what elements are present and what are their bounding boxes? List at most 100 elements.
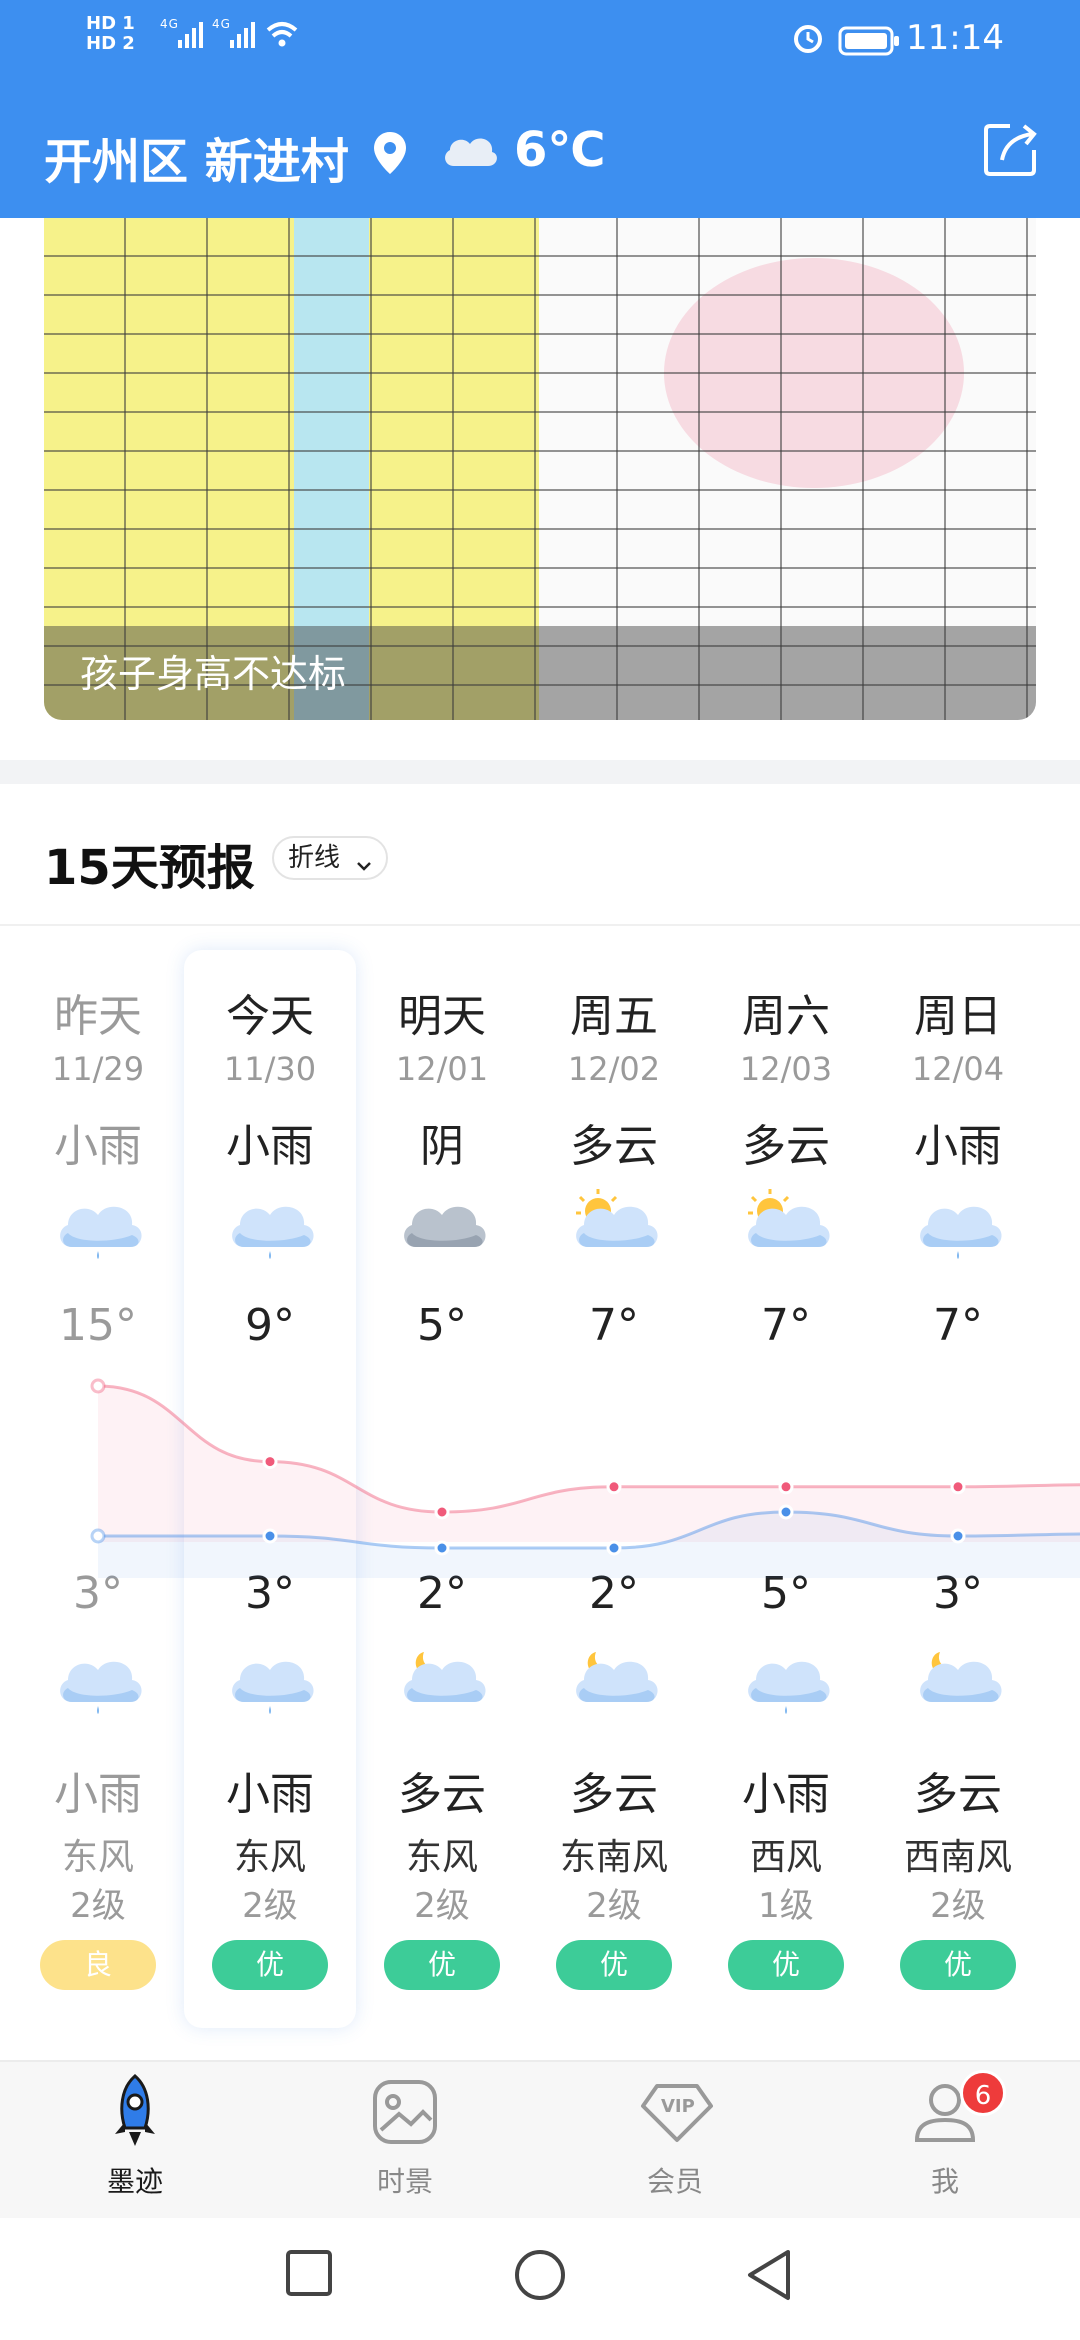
rain-icon: [226, 1640, 318, 1724]
svg-text:4G: 4G: [160, 17, 179, 31]
date-label: 12/04: [911, 1050, 1005, 1088]
air-quality-badge: 优: [384, 1940, 500, 1990]
current-temperature: 6℃: [514, 122, 606, 178]
wind-direction: 东南风: [559, 1837, 668, 1878]
share-icon[interactable]: [980, 120, 1040, 184]
wind-direction: 东风: [233, 1837, 306, 1878]
day-condition: 多云: [742, 1121, 830, 1172]
wind-direction: 东风: [405, 1837, 478, 1878]
high-temp-point: [606, 1479, 622, 1495]
date-label: 11/30: [223, 1050, 317, 1088]
day-condition: 小雨: [54, 1121, 142, 1172]
air-quality-badge: 优: [556, 1940, 672, 1990]
chart-mode-label: 折线: [288, 843, 341, 873]
bottom-navigation: 墨迹 时景 VIP 会员 6 我: [0, 2062, 1080, 2218]
back-button[interactable]: [744, 2248, 794, 2306]
night-condition: 小雨: [226, 1769, 314, 1820]
section-divider: [0, 760, 1080, 784]
high-temp-point: [950, 1479, 966, 1495]
nav-item-scenes[interactable]: 时景: [270, 2062, 540, 2218]
wind-level: 2级: [242, 1886, 298, 1926]
night-condition: 小雨: [54, 1769, 142, 1820]
low-temp-point: [90, 1528, 106, 1544]
svg-text:4G: 4G: [212, 17, 231, 31]
date-label: 12/03: [739, 1050, 833, 1088]
location-pin-icon[interactable]: [372, 130, 408, 180]
high-temp-point: [778, 1479, 794, 1495]
signal-icon: 4G 4G: [160, 16, 320, 60]
svg-text:VIP: VIP: [661, 2096, 695, 2117]
app-header-bar: HD 1 HD 2 4G 4G 11:14 开州区 新进村 6℃: [0, 0, 1080, 218]
system-navigation-bar: [0, 2218, 1080, 2340]
low-temp-point: [262, 1528, 278, 1544]
date-label: 11/29: [51, 1050, 145, 1088]
partly-cloudy-night-icon: [398, 1640, 490, 1724]
date-label: 12/02: [567, 1050, 661, 1088]
vip-icon: VIP: [639, 2072, 715, 2156]
day-label: 昨天: [54, 991, 142, 1042]
date-label: 12/01: [395, 1050, 489, 1088]
air-quality-badge: 优: [900, 1940, 1016, 1990]
alarm-icon: [790, 20, 826, 60]
partly-cloudy-night-icon: [914, 1640, 1006, 1724]
rain-icon: [54, 1185, 146, 1269]
day-condition: 小雨: [914, 1121, 1002, 1172]
night-condition: 多云: [398, 1769, 486, 1820]
rocket-icon: [99, 2072, 171, 2156]
day-label: 周六: [742, 991, 830, 1042]
wind-direction: 西风: [749, 1837, 822, 1878]
low-temp-point: [434, 1540, 450, 1556]
temperature-curves: [90, 1378, 1080, 1578]
nav-item-vip[interactable]: VIP 会员: [540, 2062, 810, 2218]
high-temp-point: [434, 1504, 450, 1520]
status-bar: HD 1 HD 2 4G 4G 11:14: [0, 0, 1080, 80]
sim-labels: HD 1 HD 2: [86, 14, 135, 54]
chevron-down-icon: [354, 848, 374, 888]
day-label: 周日: [914, 991, 1002, 1042]
rain-icon: [54, 1640, 146, 1724]
day-label: 周五: [570, 991, 658, 1042]
wind-level: 2级: [70, 1886, 126, 1926]
high-temp-point: [90, 1378, 106, 1394]
wind-direction: 西南风: [903, 1837, 1012, 1878]
partly-cloudy-day-icon: [742, 1185, 834, 1269]
sim2-label: HD 2: [86, 33, 135, 54]
chart-mode-dropdown[interactable]: 折线: [272, 836, 388, 880]
night-condition: 多云: [914, 1769, 1002, 1820]
battery-icon: [838, 26, 900, 60]
status-time: 11:14: [906, 18, 1004, 58]
rain-icon: [742, 1640, 834, 1724]
low-temp-point: [778, 1504, 794, 1520]
low-temp-point: [606, 1540, 622, 1556]
low-temp-point: [950, 1528, 966, 1544]
location-header: 开州区 新进村 6℃: [0, 110, 1080, 200]
nav-item-moji[interactable]: 墨迹: [0, 2062, 270, 2218]
rain-icon: [914, 1185, 1006, 1269]
rain-icon: [226, 1185, 318, 1269]
wind-direction: 东风: [61, 1837, 134, 1878]
sim1-label: HD 1: [86, 13, 135, 34]
night-condition: 小雨: [742, 1769, 830, 1820]
day-condition: 阴: [420, 1121, 464, 1172]
day-condition: 小雨: [226, 1121, 314, 1172]
wind-level: 2级: [586, 1886, 642, 1926]
recent-apps-button[interactable]: [284, 2248, 334, 2302]
home-button[interactable]: [513, 2248, 567, 2306]
nav-item-me[interactable]: 6 我: [810, 2062, 1080, 2218]
air-quality-badge: 优: [212, 1940, 328, 1990]
air-quality-badge: 良: [40, 1940, 156, 1990]
ad-banner[interactable]: 孩子身高不达标: [44, 218, 1036, 720]
day-label: 今天: [226, 991, 314, 1042]
wind-level: 1级: [758, 1886, 814, 1926]
wind-level: 2级: [414, 1886, 470, 1926]
image-icon: [369, 2072, 441, 2156]
night-condition: 多云: [570, 1769, 658, 1820]
partly-cloudy-night-icon: [570, 1640, 662, 1724]
day-condition: 多云: [570, 1121, 658, 1172]
location-name[interactable]: 开州区 新进村: [44, 122, 349, 192]
high-temp-point: [262, 1454, 278, 1470]
notification-badge: 6: [960, 2070, 1006, 2116]
wind-level: 2级: [930, 1886, 986, 1926]
banner-caption: 孩子身高不达标: [80, 652, 347, 696]
current-weather-cloud-icon: [440, 130, 500, 174]
